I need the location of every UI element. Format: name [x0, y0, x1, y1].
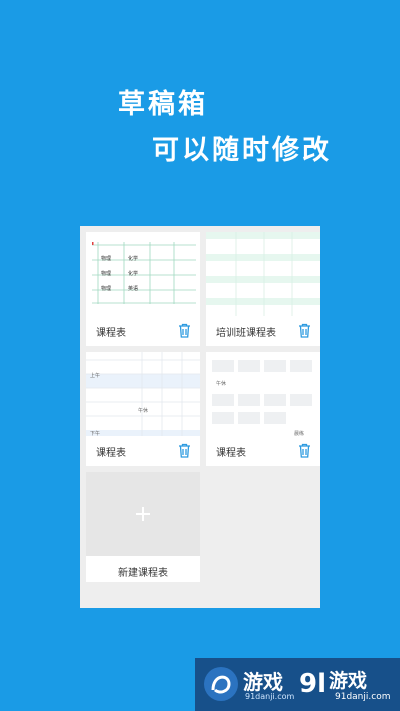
watermark: 游戏 91danji.com 9l 游戏 91danji.com — [195, 658, 400, 711]
trash-icon[interactable] — [178, 443, 191, 458]
watermark-brand-url: 91danji.com — [335, 692, 391, 702]
new-schedule-label: 新建课程表 — [118, 568, 168, 579]
draft-card-footer: 课程表 — [86, 436, 200, 466]
draft-thumbnail-4: 午休 晨练 — [206, 352, 320, 436]
thumb-text: 上午 — [90, 373, 101, 379]
draft-thumbnail-2 — [206, 232, 320, 316]
trash-icon[interactable] — [298, 323, 311, 338]
thumb-text: 午休 — [216, 381, 227, 387]
cell-text: 化学 — [128, 271, 139, 277]
watermark-text: 游戏 — [243, 670, 283, 694]
cell-text: 物理 — [101, 256, 112, 262]
draft-title: 课程表 — [216, 448, 246, 459]
draft-title: 课程表 — [96, 448, 126, 459]
headline-line2: 可以随时修改 — [152, 135, 332, 166]
draft-card-footer: 课程表 — [206, 436, 320, 466]
draft-card-footer: 课程表 — [86, 316, 200, 346]
trash-icon[interactable] — [178, 323, 191, 338]
draft-title: 培训班课程表 — [216, 328, 276, 339]
new-schedule-footer: 新建课程表 — [86, 556, 200, 582]
draft-card-2[interactable]: 培训班课程表 — [206, 232, 320, 346]
draft-card-footer: 培训班课程表 — [206, 316, 320, 346]
cell-text: 英语 — [128, 286, 139, 292]
cell-text: 物理 — [101, 286, 112, 292]
site-logo-icon — [204, 667, 238, 701]
trash-icon[interactable] — [298, 443, 311, 458]
draft-title: 课程表 — [96, 328, 126, 339]
thumb-text: 午休 — [138, 408, 149, 414]
svg-text:9l: 9l — [299, 669, 326, 699]
cell-text: 物理 — [101, 271, 112, 277]
headline-line1: 草稿箱 — [118, 89, 208, 120]
new-schedule-card[interactable]: 新建课程表 — [86, 472, 200, 582]
draft-card-1[interactable]: 物理 化学 物理 化学 物理 英语 课程表 — [86, 232, 200, 346]
draft-thumbnail-1: 物理 化学 物理 化学 物理 英语 — [86, 232, 200, 316]
grid-lines — [86, 352, 200, 436]
drafts-panel: 物理 化学 物理 化学 物理 英语 课程表 培训班课程表 上午 午休 下午 课程… — [80, 226, 320, 608]
cell-text: 化学 — [128, 256, 139, 262]
draft-card-3[interactable]: 上午 午休 下午 课程表 — [86, 352, 200, 466]
draft-thumbnail-3: 上午 午休 下午 — [86, 352, 200, 436]
grid-lines — [235, 232, 293, 316]
new-schedule-thumb[interactable] — [86, 472, 200, 556]
watermark-url: 91danji.com — [245, 692, 295, 701]
watermark-brand-text: 游戏 — [329, 670, 368, 692]
plus-icon — [136, 507, 150, 521]
draft-card-4[interactable]: 午休 晨练 课程表 — [206, 352, 320, 466]
